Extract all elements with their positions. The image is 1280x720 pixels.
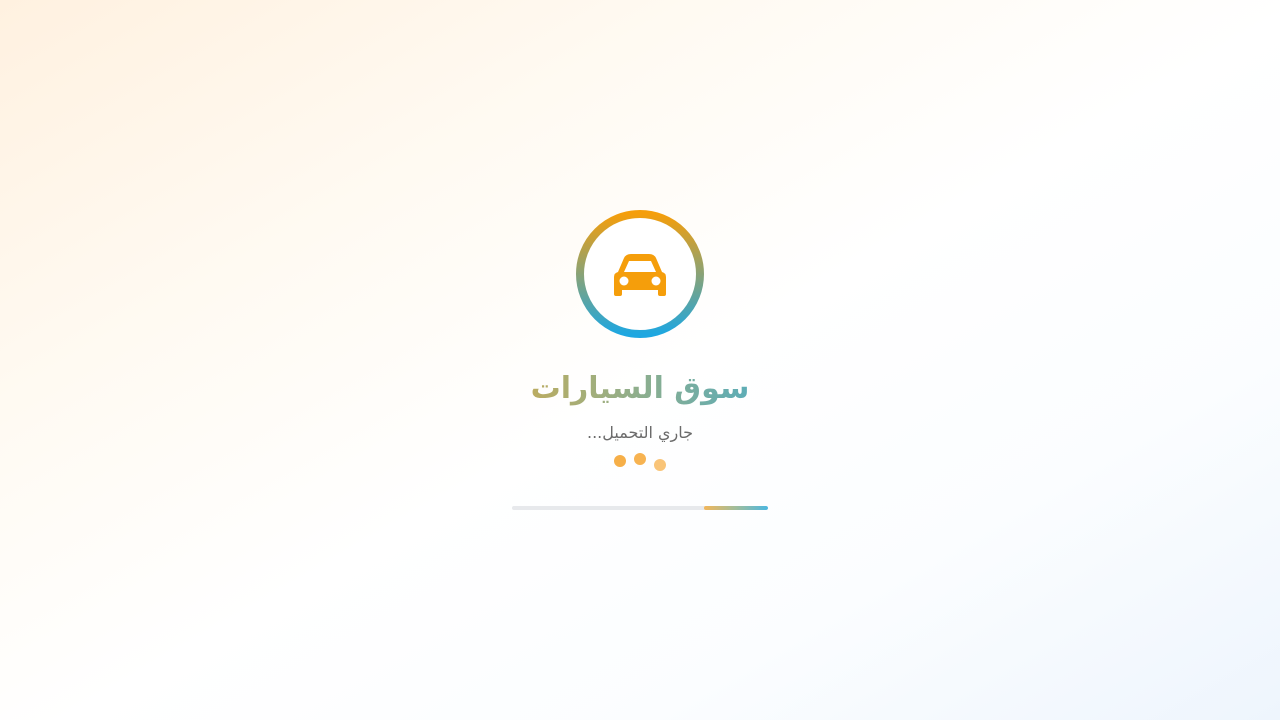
app-title: سوق السيارات [440, 368, 840, 410]
loading-screen: سوق السيارات جاري التحميل... [0, 0, 1280, 720]
progress-bar-fill [704, 506, 768, 510]
loading-dot [634, 453, 646, 465]
logo-badge [576, 210, 704, 338]
progress-bar [512, 506, 768, 510]
loading-dot [654, 459, 666, 471]
loading-text: جاري التحميل... [586, 423, 694, 442]
loading-dot [614, 455, 626, 467]
loading-dots [608, 452, 672, 472]
